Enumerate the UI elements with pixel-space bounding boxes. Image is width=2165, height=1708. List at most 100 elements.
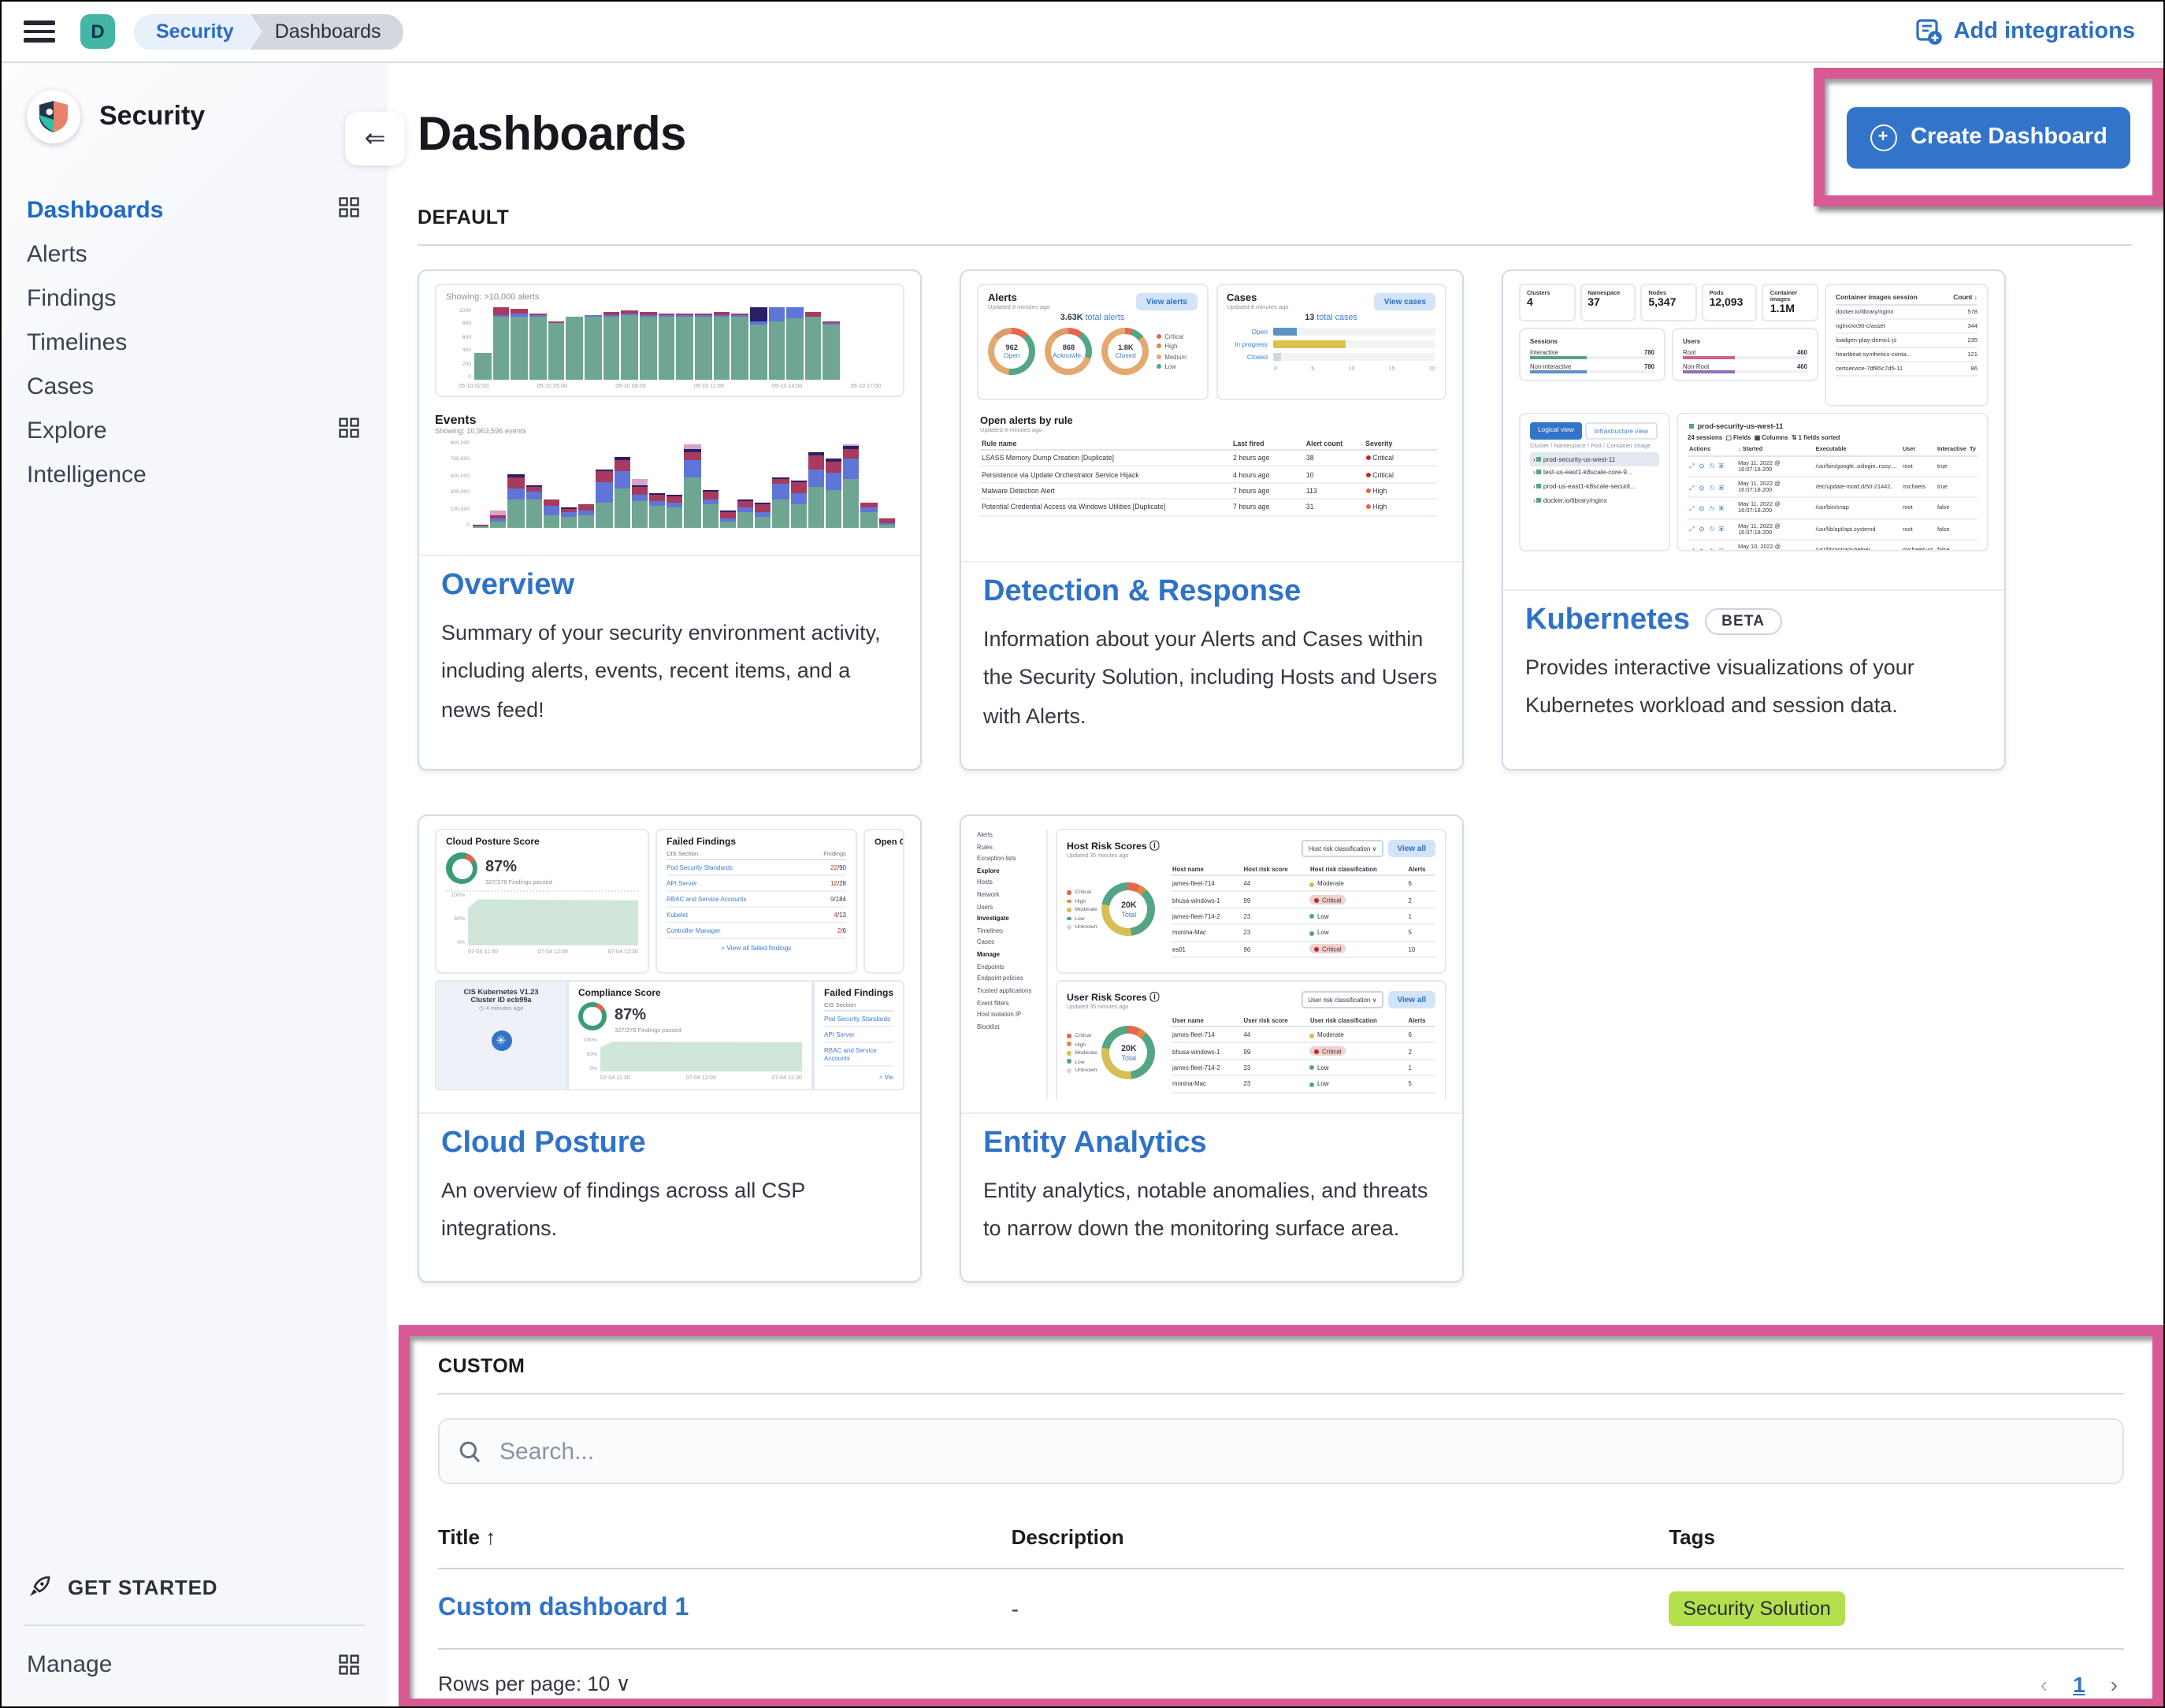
kubernetes-thumbnail: Clusters4 Namespace37 Nodes5,347 Pods12,…: [1503, 271, 2004, 591]
dashboard-card-cloud-posture[interactable]: Cloud Posture Score 87% 327/378 Findings…: [418, 815, 922, 1283]
sidebar-item-Explore[interactable]: Explore: [2, 408, 388, 452]
collapse-sidebar-button[interactable]: ⇐: [345, 112, 405, 165]
previous-page-button[interactable]: ‹: [2041, 1672, 2048, 1697]
detection-card-title[interactable]: Detection & Response: [983, 575, 1440, 610]
annotation-highlight-custom: CUSTOM Title ↑ Description Tags: [399, 1325, 2163, 1706]
dashboard-card-overview[interactable]: Showing: >10,000 alerts 1000800600400200…: [418, 269, 922, 770]
rule-row: Malware Detection Alert7 hours ago113 Hi…: [980, 483, 1437, 499]
kubernetes-icon: ✳: [491, 1030, 511, 1051]
row-description: -: [1012, 1569, 1669, 1649]
entity-analytics-thumbnail: AlertsRulesException listsExploreHostsNe…: [961, 816, 1462, 1114]
shield-icon: [39, 101, 68, 132]
column-header-title[interactable]: Title ↑: [438, 1509, 1012, 1569]
get-started-link[interactable]: GET STARTED: [2, 1558, 388, 1615]
overview-alerts-chart: [474, 307, 840, 380]
sidebar-item-Timelines[interactable]: Timelines: [2, 320, 388, 364]
security-sidebar: Security ⇐ Dashboards Alerts: [2, 61, 389, 1706]
custom-dashboard-link[interactable]: Custom dashboard 1: [438, 1595, 689, 1621]
grid-icon: [339, 417, 359, 437]
cloud-posture-thumbnail: Cloud Posture Score 87% 327/378 Findings…: [419, 816, 920, 1114]
chevron-down-icon: ∨: [616, 1672, 631, 1695]
manage-label: Manage: [27, 1651, 339, 1678]
rule-row: LSASS Memory Dump Creation [Duplicate]2 …: [980, 450, 1437, 466]
breadcrumb-dashboards: Dashboards: [250, 13, 403, 50]
tag-security-solution[interactable]: Security Solution: [1669, 1591, 1845, 1626]
host-view-all-button: View all: [1387, 840, 1435, 857]
dashboard-card-entity-analytics[interactable]: AlertsRulesException listsExploreHostsNe…: [960, 815, 1464, 1283]
overview-card-description: Summary of your security environment act…: [441, 615, 898, 730]
add-integrations-link[interactable]: Add integrations: [1916, 18, 2135, 45]
entity-analytics-card-description: Entity analytics, notable anomalies, and…: [983, 1172, 1440, 1249]
overview-card-title[interactable]: Overview: [441, 569, 898, 603]
grid-icon: [339, 196, 359, 217]
column-header-tags: Tags: [1669, 1509, 2124, 1569]
sidebar-divider: [24, 1624, 366, 1626]
dashboard-card-kubernetes[interactable]: Clusters4 Namespace37 Nodes5,347 Pods12,…: [1502, 269, 2006, 770]
sidebar-item-Findings[interactable]: Findings: [2, 276, 388, 320]
get-started-label: GET STARTED: [68, 1575, 217, 1598]
table-row[interactable]: Custom dashboard 1 - Security Solution: [438, 1569, 2124, 1649]
grid-icon: [339, 1654, 359, 1675]
sidebar-item-Alerts[interactable]: Alerts: [2, 232, 388, 276]
rule-row: Potential Credential Access via Windows …: [980, 499, 1437, 515]
custom-search[interactable]: [438, 1418, 2124, 1484]
detection-thumbnail: Alerts Updated 8 minutes ago View alerts…: [961, 271, 1462, 563]
cloud-posture-card-description: An overview of findings across all CSP i…: [441, 1172, 898, 1249]
section-divider: [418, 244, 2132, 246]
view-cases-button: View cases: [1375, 293, 1435, 310]
infrastructure-view-button: Infrastructure view: [1585, 422, 1658, 440]
detection-card-description: Information about your Alerts and Cases …: [983, 621, 1440, 736]
events-chart: [473, 440, 895, 528]
app-window: D Security Dashboards Add integrations: [0, 0, 2165, 1708]
plus-icon: +: [1870, 124, 1896, 150]
overview-thumbnail: Showing: >10,000 alerts 1000800600400200…: [419, 271, 920, 556]
next-page-button[interactable]: ›: [2111, 1672, 2118, 1697]
sidebar-nav: Dashboards Alerts: [2, 188, 388, 496]
rows-per-page-control[interactable]: Rows per page: 10 ∨: [438, 1672, 631, 1697]
space-avatar[interactable]: D: [80, 14, 115, 49]
security-logo: [27, 90, 80, 143]
page-1-button[interactable]: 1: [2073, 1672, 2085, 1697]
user-view-all-button: View all: [1387, 991, 1435, 1008]
create-dashboard-label: Create Dashboard: [1911, 124, 2107, 150]
top-bar: D Security Dashboards Add integrations: [2, 2, 2163, 63]
sidebar-item-Intelligence[interactable]: Intelligence: [2, 452, 388, 496]
user-risk-select: User risk classification ∨: [1302, 991, 1383, 1008]
sidebar-header: Security: [2, 61, 388, 153]
sidebar-item-Dashboards[interactable]: Dashboards: [2, 188, 388, 232]
sidebar-bottom: GET STARTED Manage: [2, 1558, 388, 1691]
dashboard-card-detection-response[interactable]: Alerts Updated 8 minutes ago View alerts…: [960, 269, 1464, 770]
create-dashboard-button[interactable]: + Create Dashboard: [1847, 106, 2130, 168]
breadcrumb: Security Dashboards: [134, 13, 403, 50]
beta-badge: BETA: [1704, 607, 1782, 634]
search-icon: [459, 1439, 482, 1463]
default-cards-row2: Cloud Posture Score 87% 327/378 Findings…: [418, 815, 2163, 1283]
events-caption: Showing: 10,963,596 events: [435, 427, 895, 435]
sort-ascending-icon: ↑: [485, 1525, 496, 1549]
sidebar-app-title: Security: [99, 101, 205, 132]
rule-row: Persistence via Update Orchestrator Serv…: [980, 466, 1437, 483]
search-input[interactable]: [496, 1436, 2104, 1466]
sidebar-item-Cases[interactable]: Cases: [2, 364, 388, 408]
add-integrations-label: Add integrations: [1954, 19, 2135, 44]
kubernetes-card-title[interactable]: Kubernetes BETA: [1525, 603, 1982, 638]
events-heading: Events: [435, 413, 895, 427]
overview-alerts-caption: Showing: >10,000 alerts: [446, 293, 893, 303]
host-risk-select: Host risk classification ∨: [1302, 840, 1383, 856]
view-alerts-button: View alerts: [1137, 293, 1197, 310]
custom-dashboards-table: Title ↑ Description Tags Custom dashboar…: [438, 1509, 2124, 1650]
entity-analytics-card-title[interactable]: Entity Analytics: [983, 1127, 1440, 1161]
annotation-highlight-create: + Create Dashboard: [1814, 68, 2163, 206]
add-integrations-icon: [1916, 18, 1943, 45]
kubernetes-card-description: Provides interactive visualizations of y…: [1525, 649, 1982, 726]
sidebar-item-manage[interactable]: Manage: [2, 1636, 388, 1691]
column-header-description: Description: [1012, 1509, 1669, 1569]
breadcrumb-security[interactable]: Security: [134, 13, 262, 50]
logical-view-button: Logical view: [1530, 422, 1582, 440]
section-custom-label: CUSTOM: [438, 1355, 2124, 1377]
cloud-posture-card-title[interactable]: Cloud Posture: [441, 1127, 898, 1161]
default-cards-row1: Showing: >10,000 alerts 1000800600400200…: [418, 269, 2163, 770]
pagination: ‹ 1 ›: [2041, 1672, 2118, 1697]
section-default-label: DEFAULT: [418, 206, 2163, 228]
menu-icon[interactable]: [24, 20, 55, 43]
